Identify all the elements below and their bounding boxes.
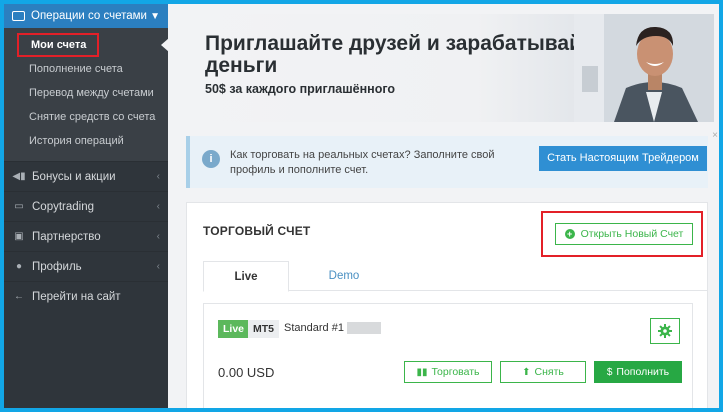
sidebar-section-label: Операции со счетами bbox=[31, 10, 147, 22]
chevron-left-icon: ‹ bbox=[156, 171, 160, 182]
trade-button[interactable]: ▮▮ Торговать bbox=[404, 361, 492, 383]
wallet-icon bbox=[12, 11, 25, 21]
sidebar-item-label: Бонусы и акции bbox=[32, 170, 116, 183]
plus-circle-icon: + bbox=[564, 229, 575, 239]
account-balance: 0.00 USD bbox=[218, 365, 275, 380]
sidebar-item-deposit[interactable]: Пополнение счета bbox=[4, 57, 168, 81]
sidebar-item-label: Перейти на сайт bbox=[32, 290, 121, 303]
account-settings-button[interactable] bbox=[650, 318, 680, 344]
become-real-trader-button[interactable]: Стать Настоящим Трейдером bbox=[539, 146, 707, 171]
platform-badge: MT5 bbox=[248, 320, 279, 338]
chevron-left-icon: ‹ bbox=[156, 261, 160, 272]
gear-icon bbox=[658, 324, 672, 338]
sidebar-item-copytrading[interactable]: ▭ Copytrading ‹ bbox=[4, 191, 168, 221]
open-new-account-button[interactable]: + Открыть Новый Счет bbox=[555, 223, 693, 245]
user-icon: ● bbox=[15, 261, 23, 272]
sidebar-item-label: Партнерство bbox=[32, 230, 101, 243]
sidebar-item-withdraw[interactable]: Снятие средств со счета bbox=[4, 105, 168, 129]
chevron-left-icon: ‹ bbox=[156, 231, 160, 242]
sidebar-item-transfer[interactable]: Перевод между счетами bbox=[4, 81, 168, 105]
close-icon[interactable]: × bbox=[712, 130, 718, 141]
account-name: Standard #1 bbox=[284, 322, 344, 334]
trade-label: Торговать bbox=[431, 366, 480, 378]
sidebar-submenu: Мои счета Пополнение счета Перевод между… bbox=[4, 28, 169, 161]
sidebar-section-account-operations[interactable]: Операции со счетами ▼ bbox=[4, 4, 168, 28]
smiling-man-image bbox=[574, 14, 714, 122]
upload-icon: ⬆ bbox=[522, 366, 531, 378]
sidebar-item-label: Copytrading bbox=[32, 200, 95, 213]
chevron-down-icon: ▼ bbox=[150, 10, 160, 22]
briefcase-icon: ▣ bbox=[14, 231, 24, 242]
dollar-icon: $ bbox=[606, 366, 613, 378]
sidebar-item-go-to-site[interactable]: ← Перейти на сайт bbox=[4, 281, 168, 311]
highlight-box: + Открыть Новый Счет bbox=[541, 211, 703, 257]
withdraw-button[interactable]: ⬆ Снять bbox=[500, 361, 586, 383]
account-tabs: Live Demo bbox=[203, 261, 707, 292]
card-title: ТОРГОВЫЙ СЧЕТ bbox=[203, 224, 311, 238]
main-content: Приглашайте друзей и зарабатывайте деньг… bbox=[168, 4, 719, 408]
sidebar-item-label: Мои счета bbox=[31, 39, 87, 51]
referral-banner[interactable]: Приглашайте друзей и зарабатывайте деньг… bbox=[186, 14, 714, 122]
info-icon: i bbox=[202, 150, 220, 168]
account-row: Live MT5 Standard #1 0.00 USD ▮▮ Торгова… bbox=[203, 303, 693, 408]
status-badge: Live bbox=[218, 320, 250, 338]
sidebar-item-profile[interactable]: ● Профиль ‹ bbox=[4, 251, 168, 281]
megaphone-icon: ◀▮ bbox=[12, 171, 26, 182]
tab-demo[interactable]: Demo bbox=[301, 261, 387, 292]
banner-subtitle: 50$ за каждого приглашённого bbox=[205, 82, 396, 96]
redacted-account-number bbox=[347, 322, 381, 334]
sidebar: Операции со счетами ▼ Мои счета Пополнен… bbox=[4, 4, 169, 408]
tab-live[interactable]: Live bbox=[203, 261, 289, 292]
sidebar-item-label: Профиль bbox=[32, 260, 82, 273]
copy-icon: ▭ bbox=[14, 201, 24, 212]
bar-chart-icon: ▮▮ bbox=[416, 366, 428, 378]
trading-account-card: ТОРГОВЫЙ СЧЕТ + Открыть Новый Счет Live … bbox=[186, 202, 708, 408]
withdraw-label: Снять bbox=[534, 366, 564, 378]
sidebar-item-bonuses[interactable]: ◀▮ Бонусы и акции ‹ bbox=[4, 161, 168, 191]
sidebar-item-partnership[interactable]: ▣ Партнерство ‹ bbox=[4, 221, 168, 251]
deposit-button[interactable]: $ Пополнить bbox=[594, 361, 682, 383]
sidebar-item-my-accounts[interactable]: Мои счета bbox=[4, 33, 169, 57]
info-text: Как торговать на реальных счетах? Заполн… bbox=[230, 149, 495, 176]
open-new-account-label: Открыть Новый Счет bbox=[580, 228, 684, 240]
sidebar-item-history[interactable]: История операций bbox=[4, 129, 168, 153]
chevron-left-icon: ‹ bbox=[156, 201, 160, 212]
deposit-label: Пополнить bbox=[616, 366, 670, 378]
info-alert: i Как торговать на реальных счетах? Запо… bbox=[186, 130, 718, 188]
app-frame: Операции со счетами ▼ Мои счета Пополнен… bbox=[4, 4, 719, 408]
arrow-left-icon: ← bbox=[14, 291, 24, 302]
